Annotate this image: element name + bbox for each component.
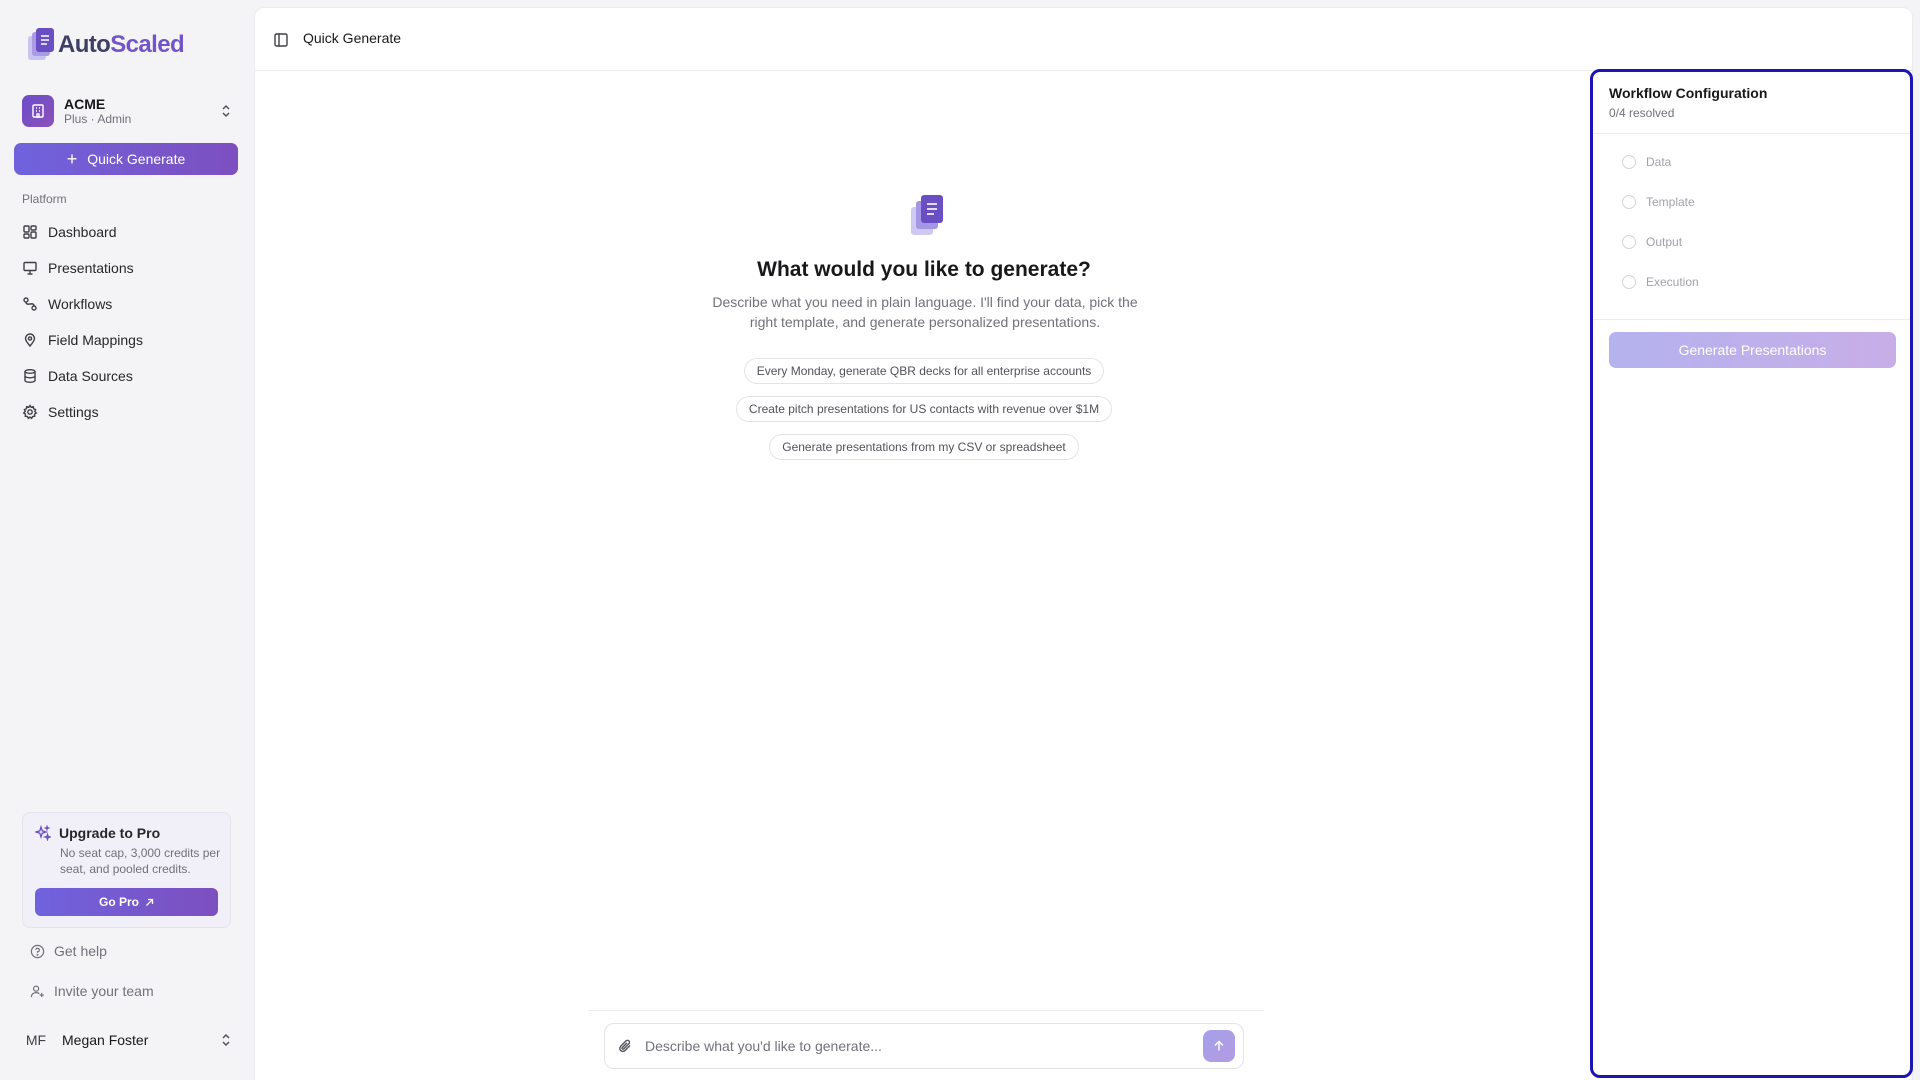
- send-button[interactable]: [1203, 1030, 1235, 1062]
- step-status-circle: [1622, 275, 1636, 289]
- step-label: Data: [1646, 155, 1672, 169]
- sidebar-item-field-mappings[interactable]: Field Mappings: [22, 322, 236, 358]
- composer: [604, 1023, 1244, 1069]
- prompt-input[interactable]: [645, 1038, 1191, 1054]
- sparkles-icon: [35, 825, 51, 841]
- workflow-status: 0/4 resolved: [1609, 106, 1675, 120]
- workflow-step-execution[interactable]: Execution: [1622, 262, 1910, 302]
- sidebar-item-label: Presentations: [48, 260, 134, 276]
- arrow-up-right-icon: [146, 898, 154, 906]
- sidebar: AutoScaled ACME Plus · Admin + Quick Gen…: [0, 0, 254, 1080]
- gear-icon: [22, 404, 38, 420]
- chevron-up-down-icon: [222, 104, 230, 118]
- workflow-title: Workflow Configuration: [1609, 85, 1768, 101]
- suggestion-list: Every Monday, generate QBR decks for all…: [255, 358, 1593, 460]
- sidebar-item-data-sources[interactable]: Data Sources: [22, 358, 236, 394]
- step-label: Template: [1646, 195, 1695, 209]
- map-pin-icon: [24, 333, 36, 348]
- generate-presentations-button[interactable]: Generate Presentations: [1609, 332, 1896, 368]
- quick-generate-button[interactable]: + Quick Generate: [14, 143, 238, 175]
- sidebar-item-label: Data Sources: [48, 368, 133, 384]
- workflow-configuration-panel: Workflow Configuration 0/4 resolved Data…: [1590, 69, 1913, 1078]
- suggestion-chip[interactable]: Every Monday, generate QBR decks for all…: [743, 358, 1105, 384]
- org-name: ACME: [64, 95, 106, 112]
- workflow-steps: Data Template Output Execution: [1593, 134, 1910, 320]
- step-label: Execution: [1646, 275, 1699, 289]
- section-label-platform: Platform: [22, 192, 67, 206]
- workflow-icon: [23, 297, 37, 311]
- brand-logo[interactable]: AutoScaled: [26, 28, 185, 62]
- sidebar-item-settings[interactable]: Settings: [22, 394, 236, 430]
- dashboard-icon: [23, 225, 37, 239]
- quick-generate-label: Quick Generate: [87, 151, 186, 167]
- step-status-circle: [1622, 195, 1636, 209]
- sidebar-toggle-icon[interactable]: [273, 32, 289, 48]
- suggestion-chip[interactable]: Generate presentations from my CSV or sp…: [769, 434, 1079, 460]
- sidebar-item-label: Settings: [48, 404, 99, 420]
- user-menu[interactable]: MF Megan Foster: [22, 1026, 232, 1054]
- paperclip-icon[interactable]: [617, 1038, 633, 1054]
- sidebar-item-dashboard[interactable]: Dashboard: [22, 214, 236, 250]
- go-pro-label: Go Pro: [98, 895, 139, 909]
- arrow-up-icon: [1214, 1040, 1224, 1051]
- brand-name: AutoScaled: [58, 31, 185, 58]
- sidebar-item-presentations[interactable]: Presentations: [22, 250, 236, 286]
- help-circle-icon: [30, 944, 45, 958]
- sidebar-item-label: Field Mappings: [48, 332, 143, 348]
- get-help-label: Get help: [54, 943, 107, 959]
- hero-title: What would you like to generate?: [757, 258, 1091, 281]
- user-plus-icon: [30, 985, 44, 997]
- sidebar-item-label: Dashboard: [48, 224, 117, 240]
- step-status-circle: [1622, 155, 1636, 169]
- top-bar: Quick Generate: [255, 8, 1912, 71]
- upgrade-description: No seat cap, 3,000 credits per seat, and…: [60, 846, 221, 876]
- workflow-step-data[interactable]: Data: [1622, 142, 1910, 182]
- page-title: Quick Generate: [303, 30, 402, 46]
- workflow-step-template[interactable]: Template: [1622, 182, 1910, 222]
- invite-team-label: Invite your team: [54, 983, 154, 999]
- sidebar-item-label: Workflows: [48, 296, 113, 312]
- building-icon: [22, 95, 54, 127]
- document-stack-icon: [911, 195, 943, 235]
- plus-icon: +: [66, 149, 78, 169]
- upgrade-card: Upgrade to Pro No seat cap, 3,000 credit…: [22, 812, 231, 928]
- step-status-circle: [1622, 235, 1636, 249]
- database-icon: [24, 369, 36, 384]
- chevron-up-down-icon: [222, 1033, 230, 1047]
- avatar: MF: [25, 1032, 47, 1048]
- composer-divider: [588, 1010, 1264, 1011]
- user-name: Megan Foster: [62, 1032, 149, 1048]
- org-plan: Plus · Admin: [64, 111, 132, 126]
- workflow-step-output[interactable]: Output: [1622, 222, 1910, 262]
- step-label: Output: [1646, 235, 1683, 249]
- hero-description: Describe what you need in plain language…: [712, 294, 1138, 330]
- go-pro-button[interactable]: Go Pro: [35, 888, 218, 916]
- upgrade-title: Upgrade to Pro: [59, 825, 161, 841]
- autoscaled-logo-icon: [26, 28, 54, 62]
- get-help-link[interactable]: Get help: [30, 943, 107, 959]
- sidebar-nav: Dashboard Presentations Workflows Field …: [22, 214, 236, 430]
- presentation-icon: [23, 261, 37, 275]
- invite-team-link[interactable]: Invite your team: [30, 983, 154, 999]
- suggestion-chip[interactable]: Create pitch presentations for US contac…: [735, 396, 1113, 422]
- sidebar-item-workflows[interactable]: Workflows: [22, 286, 236, 322]
- org-switcher[interactable]: ACME Plus · Admin: [22, 94, 232, 128]
